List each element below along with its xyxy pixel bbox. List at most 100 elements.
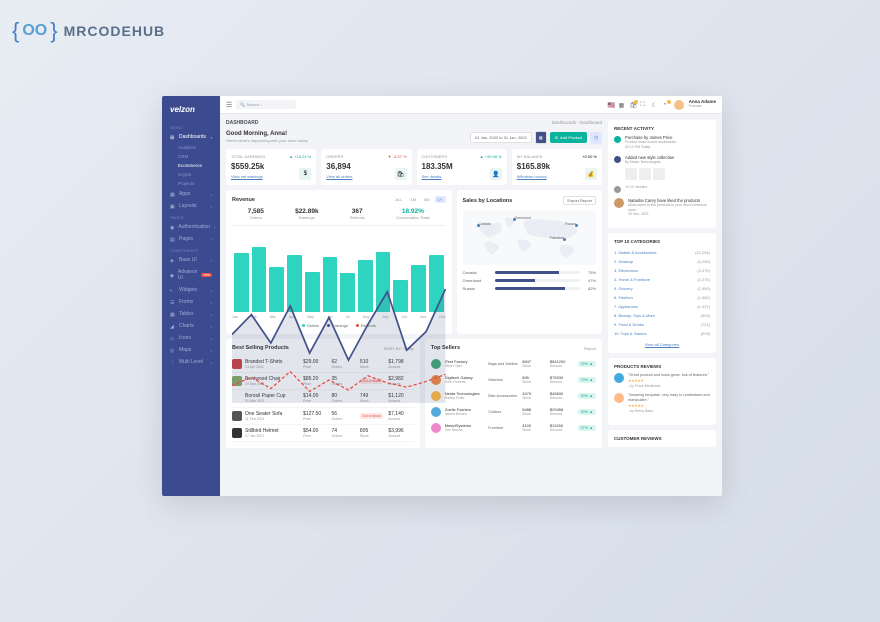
sidebar-item-base-ui[interactable]: ◈Base UI› (162, 254, 220, 266)
seller-row[interactable]: Nesta TechnologiesHarley FullerBike Acce… (431, 388, 596, 404)
location-row: Russia82% (463, 286, 596, 291)
stat-card: TOTAL EARNINGS▲ +16.24 %$559.25kView net… (226, 149, 316, 185)
sort-dropdown[interactable]: SORT BY: Today (384, 346, 414, 351)
category-row[interactable]: 9. Food & Drinks(701) (614, 320, 710, 329)
sidebar-sub-crypto[interactable]: Crypto (162, 170, 220, 179)
user-info[interactable]: Anna Adame Founder (689, 100, 716, 109)
category-row[interactable]: 6. Fashion(1,582) (614, 293, 710, 302)
sidebar-item-forms[interactable]: ☰Forms› (162, 296, 220, 308)
stat-link[interactable]: View all orders (326, 174, 352, 179)
world-map[interactable]: Canada Greenland Russia Palestine (463, 210, 596, 265)
location-row: Greenland47% (463, 278, 596, 283)
report-dropdown[interactable]: Report (584, 346, 596, 351)
sidebar-section-label: PAGES (162, 212, 220, 221)
activity-item: Purchase by James PriceProduct noise evo… (614, 135, 710, 150)
sidebar-sub-projects[interactable]: Projects (162, 179, 220, 188)
export-report-button[interactable]: Export Report (563, 196, 596, 205)
stat-card: MY BALANCE+0.00 %$165.89kWithdraw money💰 (512, 149, 602, 185)
activity-item: +4 12 minutes (614, 185, 710, 193)
breadcrumb: DASHBOARD Dashboards › Dashboard (226, 120, 602, 126)
add-product-button[interactable]: ⊕ Add Product (550, 132, 587, 143)
categories-card: TOP 10 CATEGORIES 1. Mobile & Accessorie… (608, 233, 716, 353)
review-item: "Amazing template, very easy to understa… (614, 393, 710, 414)
best-selling-card: Best Selling Products SORT BY: Today Bra… (226, 339, 420, 448)
logo[interactable]: velzon (162, 102, 220, 122)
product-row[interactable]: Branded T-Shirts24 Apr 2021$29.00Price62… (232, 356, 414, 373)
greeting-title: Good Morning, Anna! (226, 131, 308, 137)
sidebar-item-authentication[interactable]: ◉Authentication› (162, 221, 220, 233)
revenue-tab-ALL[interactable]: ALL (392, 196, 405, 203)
revenue-chart (232, 232, 446, 312)
activity-item: Natasha Carey have liked the productsAll… (614, 198, 710, 217)
sidebar-sub-analytics[interactable]: Analytics (162, 143, 220, 152)
view-all-categories-link[interactable]: View all Categories (614, 342, 710, 347)
stat-link[interactable]: See details (422, 174, 442, 179)
top-sellers-card: Top Sellers Report iTest FactoryOliver T… (425, 339, 602, 448)
stat-card: CUSTOMERS▲ +29.08 %183.35MSee details👤 (417, 149, 507, 185)
stat-link[interactable]: Withdraw money (517, 174, 547, 179)
watermark-logo: {OO} MRCODEHUB (12, 18, 165, 44)
sidebar-item-charts[interactable]: ◢Charts› (162, 320, 220, 332)
product-row[interactable]: Stillbird Helmet17 Jan 2021$54.00Price74… (232, 425, 414, 442)
location-row: Canada75% (463, 270, 596, 275)
sidebar-item-layouts[interactable]: ▣Layouts› (162, 200, 220, 212)
customer-reviews-card: CUSTOMER REVIEWS (608, 430, 716, 447)
date-icon[interactable]: ▦ (535, 131, 547, 144)
reviews-card: PRODUCTS REVIEWS "Great product and look… (608, 358, 716, 425)
category-row[interactable]: 7. Appliances(1,037) (614, 302, 710, 311)
stat-link[interactable]: View net earnings (231, 174, 263, 179)
app-window: velzon MENU⊞Dashboards›AnalyticsCRMEcomm… (162, 96, 722, 496)
revenue-tab-1Y[interactable]: 1Y (435, 196, 446, 203)
topbar: ☰ 🔍 Search... 🇺🇸 ▦ 🛍 ⛶ ☾ ◔ Anna Adame Fo… (220, 96, 722, 114)
seller-row[interactable]: iTest FactoryOliver TylerBags and Wallet… (431, 356, 596, 372)
sidebar-item-apps[interactable]: ▦Apps› (162, 188, 220, 200)
sidebar-sub-crm[interactable]: CRM (162, 152, 220, 161)
flag-icon[interactable]: 🇺🇸 (608, 102, 614, 108)
category-row[interactable]: 3. Electronics(3,479) (614, 266, 710, 275)
sidebar: velzon MENU⊞Dashboards›AnalyticsCRMEcomm… (162, 96, 220, 496)
sidebar-section-label: COMPONENTS (162, 245, 220, 254)
category-row[interactable]: 1. Mobile & Accessories(10,294) (614, 248, 710, 257)
category-row[interactable]: 2. Desktop(6,256) (614, 257, 710, 266)
recent-icon-button[interactable]: ◷ (590, 132, 602, 144)
activity-card: RECENT ACTIVITY Purchase by James PriceP… (608, 120, 716, 228)
sidebar-item-widgets[interactable]: ▪Widgets› (162, 284, 220, 296)
locations-card: Sales by Locations Export Report Canada … (457, 190, 602, 334)
main-area: ☰ 🔍 Search... 🇺🇸 ▦ 🛍 ⛶ ☾ ◔ Anna Adame Fo… (220, 96, 722, 496)
category-row[interactable]: 4. Home & Furniture(2,275) (614, 275, 710, 284)
category-row[interactable]: 10. Toys & Games(239) (614, 329, 710, 338)
seller-row[interactable]: Digitech GalaxyJohn RobertsWatches895Sto… (431, 372, 596, 388)
product-row[interactable]: Bentwood Chair19 Mar 2021$85.20Price35Or… (232, 373, 414, 390)
greeting-row: Good Morning, Anna! Here's what's happen… (226, 131, 602, 144)
fullscreen-icon[interactable]: ⛶ (641, 102, 647, 108)
revenue-tab-6M[interactable]: 6M (421, 196, 433, 203)
category-row[interactable]: 8. Beauty, Toys & More(924) (614, 311, 710, 320)
sidebar-sub-ecommerce[interactable]: Ecommerce (162, 161, 220, 170)
revenue-card: Revenue ALL1M6M1Y 7,585Orders$22.89kEarn… (226, 190, 452, 334)
sidebar-section-label: MENU (162, 122, 220, 131)
product-row[interactable]: One Seater Sofa11 Feb 2021$127.50Price56… (232, 408, 414, 425)
moon-icon[interactable]: ☾ (652, 102, 658, 108)
review-item: "Great product and looks great, lots of … (614, 373, 710, 389)
sidebar-item-dashboards[interactable]: ⊞Dashboards› (162, 131, 220, 143)
sidebar-item-multi-level[interactable]: ⋮Multi Level› (162, 356, 220, 368)
sidebar-item-pages[interactable]: ▤Pages› (162, 233, 220, 245)
sidebar-item-advance-ui[interactable]: ◆Advance UINew (162, 266, 220, 284)
date-range-picker[interactable]: 01 Jan, 2022 to 31 Jan, 2022 (470, 132, 532, 143)
sidebar-item-icons[interactable]: ◇Icons› (162, 332, 220, 344)
search-input[interactable]: 🔍 Search... (236, 100, 296, 109)
revenue-tab-1M[interactable]: 1M (408, 196, 420, 203)
greeting-subtitle: Here's what's happening with your store … (226, 138, 308, 143)
bell-icon[interactable]: ◔ (663, 102, 669, 108)
grid-icon[interactable]: ▦ (619, 102, 625, 108)
product-row[interactable]: Borosil Paper Cup01 Mar 2021$14.00Price8… (232, 390, 414, 407)
category-row[interactable]: 5. Grocery(1,950) (614, 284, 710, 293)
hamburger-icon[interactable]: ☰ (226, 101, 232, 109)
sidebar-item-tables[interactable]: ▦Tables› (162, 308, 220, 320)
seller-row[interactable]: Zoetic FashionJames BowenClothes5488Stoc… (431, 404, 596, 420)
seller-row[interactable]: Meta4SystemsZoe DennisFurniture4100Stock… (431, 420, 596, 436)
cart-icon[interactable]: 🛍 (630, 102, 636, 108)
user-avatar[interactable] (674, 100, 684, 110)
sidebar-item-maps[interactable]: ◎Maps› (162, 344, 220, 356)
stat-card: ORDERS▼ -3.57 %36,894View all orders🛍 (321, 149, 411, 185)
